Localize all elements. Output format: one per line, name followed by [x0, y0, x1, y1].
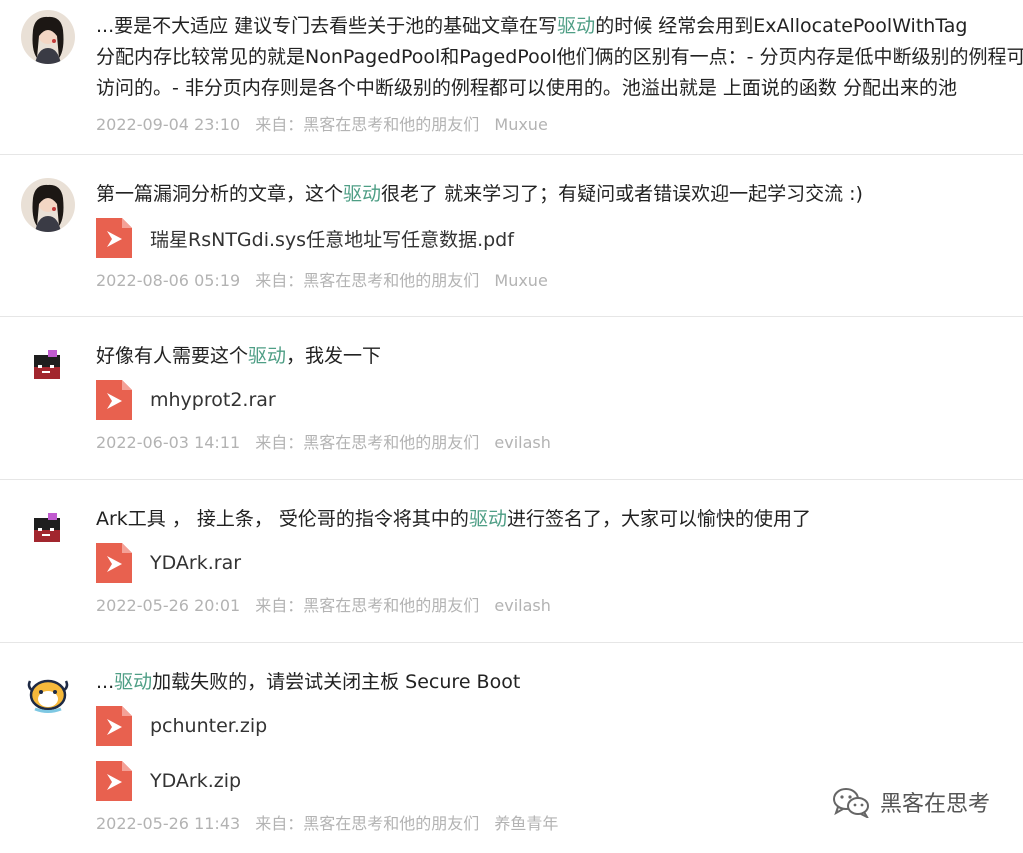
avatar[interactable] — [21, 339, 75, 393]
post-meta: 2022-09-04 23:10 来自：黑客在思考和他的朋友们 Muxue — [96, 111, 1023, 135]
file-icon — [96, 543, 132, 583]
post-source[interactable]: 来自：黑客在思考和他的朋友们 — [255, 596, 479, 615]
post-time: 2022-05-26 11:43 — [96, 814, 241, 833]
avatar[interactable] — [21, 502, 75, 556]
file-name[interactable]: pchunter.zip — [150, 715, 267, 737]
file-name[interactable]: YDArk.zip — [150, 770, 241, 792]
post-text: ...驱动加载失败的，请尝试关闭主板 Secure Boot — [96, 671, 521, 693]
post-time: 2022-08-06 05:19 — [96, 271, 241, 290]
keyword-highlight[interactable]: 驱动 — [343, 183, 381, 205]
post-source[interactable]: 来自：黑客在思考和他的朋友们 — [255, 271, 479, 290]
post-time: 2022-05-26 20:01 — [96, 596, 241, 615]
post-item: 好像有人需要这个驱动，我发一下 mhyprot2.rar 2022-06-03 … — [0, 317, 1023, 480]
keyword-highlight[interactable]: 驱动 — [248, 345, 286, 367]
avatar[interactable] — [21, 178, 75, 232]
file-icon — [96, 380, 132, 420]
watermark: 黑客在思考 — [832, 786, 990, 818]
keyword-highlight[interactable]: 驱动 — [469, 508, 507, 530]
post-source[interactable]: 来自：黑客在思考和他的朋友们 — [255, 814, 479, 833]
post-source[interactable]: 来自：黑客在思考和他的朋友们 — [255, 115, 479, 134]
post-author[interactable]: evilash — [494, 596, 550, 615]
file-attachment[interactable]: YDArk.rar — [96, 543, 1023, 583]
post-item: Ark工具 ， 接上条， 受伦哥的指令将其中的驱动进行签名了，大家可以愉快的使用… — [0, 480, 1023, 643]
file-icon — [96, 761, 132, 801]
file-attachment[interactable]: 瑞星RsNTGdi.sys任意地址写任意数据.pdf — [96, 218, 1023, 258]
post-time: 2022-06-03 14:11 — [96, 433, 241, 452]
keyword-highlight[interactable]: 驱动 — [557, 15, 595, 37]
file-icon — [96, 706, 132, 746]
post-source[interactable]: 来自：黑客在思考和他的朋友们 — [255, 433, 479, 452]
wechat-icon — [832, 788, 869, 818]
file-icon — [96, 218, 132, 258]
file-name[interactable]: mhyprot2.rar — [150, 389, 276, 411]
post-feed: ...要是不大适应 建议专门去看些关于池的基础文章在写驱动的时候 经常会用到Ex… — [0, 0, 1023, 853]
post-time: 2022-09-04 23:10 — [96, 115, 241, 134]
post-meta: 2022-08-06 05:19 来自：黑客在思考和他的朋友们 Muxue — [96, 267, 1023, 291]
avatar[interactable] — [21, 665, 75, 719]
file-name[interactable]: 瑞星RsNTGdi.sys任意地址写任意数据.pdf — [150, 225, 514, 252]
post-author[interactable]: evilash — [494, 433, 550, 452]
post-text: Ark工具 ， 接上条， 受伦哥的指令将其中的驱动进行签名了，大家可以愉快的使用… — [96, 508, 811, 530]
post-text: 分配内存比较常见的就是NonPagedPool和PagedPool他们俩的区别有… — [96, 46, 1023, 68]
post-item: ...驱动加载失败的，请尝试关闭主板 Secure Boot pchunter.… — [0, 643, 1023, 853]
post-meta: 2022-05-26 20:01 来自：黑客在思考和他的朋友们 evilash — [96, 592, 1023, 616]
file-attachment[interactable]: pchunter.zip — [96, 706, 1023, 746]
post-text: 第一篇漏洞分析的文章，这个驱动很老了 就来学习了；有疑问或者错误欢迎一起学习交流… — [96, 183, 863, 205]
post-author[interactable]: Muxue — [494, 115, 547, 134]
post-item: ...要是不大适应 建议专门去看些关于池的基础文章在写驱动的时候 经常会用到Ex… — [0, 0, 1023, 155]
file-attachment[interactable]: mhyprot2.rar — [96, 380, 1023, 420]
post-text: 访问的。- 非分页内存则是各个中断级别的例程都可以使用的。池溢出就是 上面说的函… — [96, 77, 957, 99]
post-text: ...要是不大适应 建议专门去看些关于池的基础文章在写驱动的时候 经常会用到Ex… — [96, 15, 968, 37]
post-item: 第一篇漏洞分析的文章，这个驱动很老了 就来学习了；有疑问或者错误欢迎一起学习交流… — [0, 155, 1023, 317]
post-meta: 2022-06-03 14:11 来自：黑客在思考和他的朋友们 evilash — [96, 429, 1023, 453]
post-author[interactable]: 养鱼青年 — [494, 814, 558, 833]
file-name[interactable]: YDArk.rar — [150, 552, 241, 574]
keyword-highlight[interactable]: 驱动 — [114, 671, 152, 693]
post-author[interactable]: Muxue — [494, 271, 547, 290]
post-text: 好像有人需要这个驱动，我发一下 — [96, 345, 382, 367]
watermark-text: 黑客在思考 — [879, 792, 990, 817]
avatar[interactable] — [21, 10, 75, 64]
